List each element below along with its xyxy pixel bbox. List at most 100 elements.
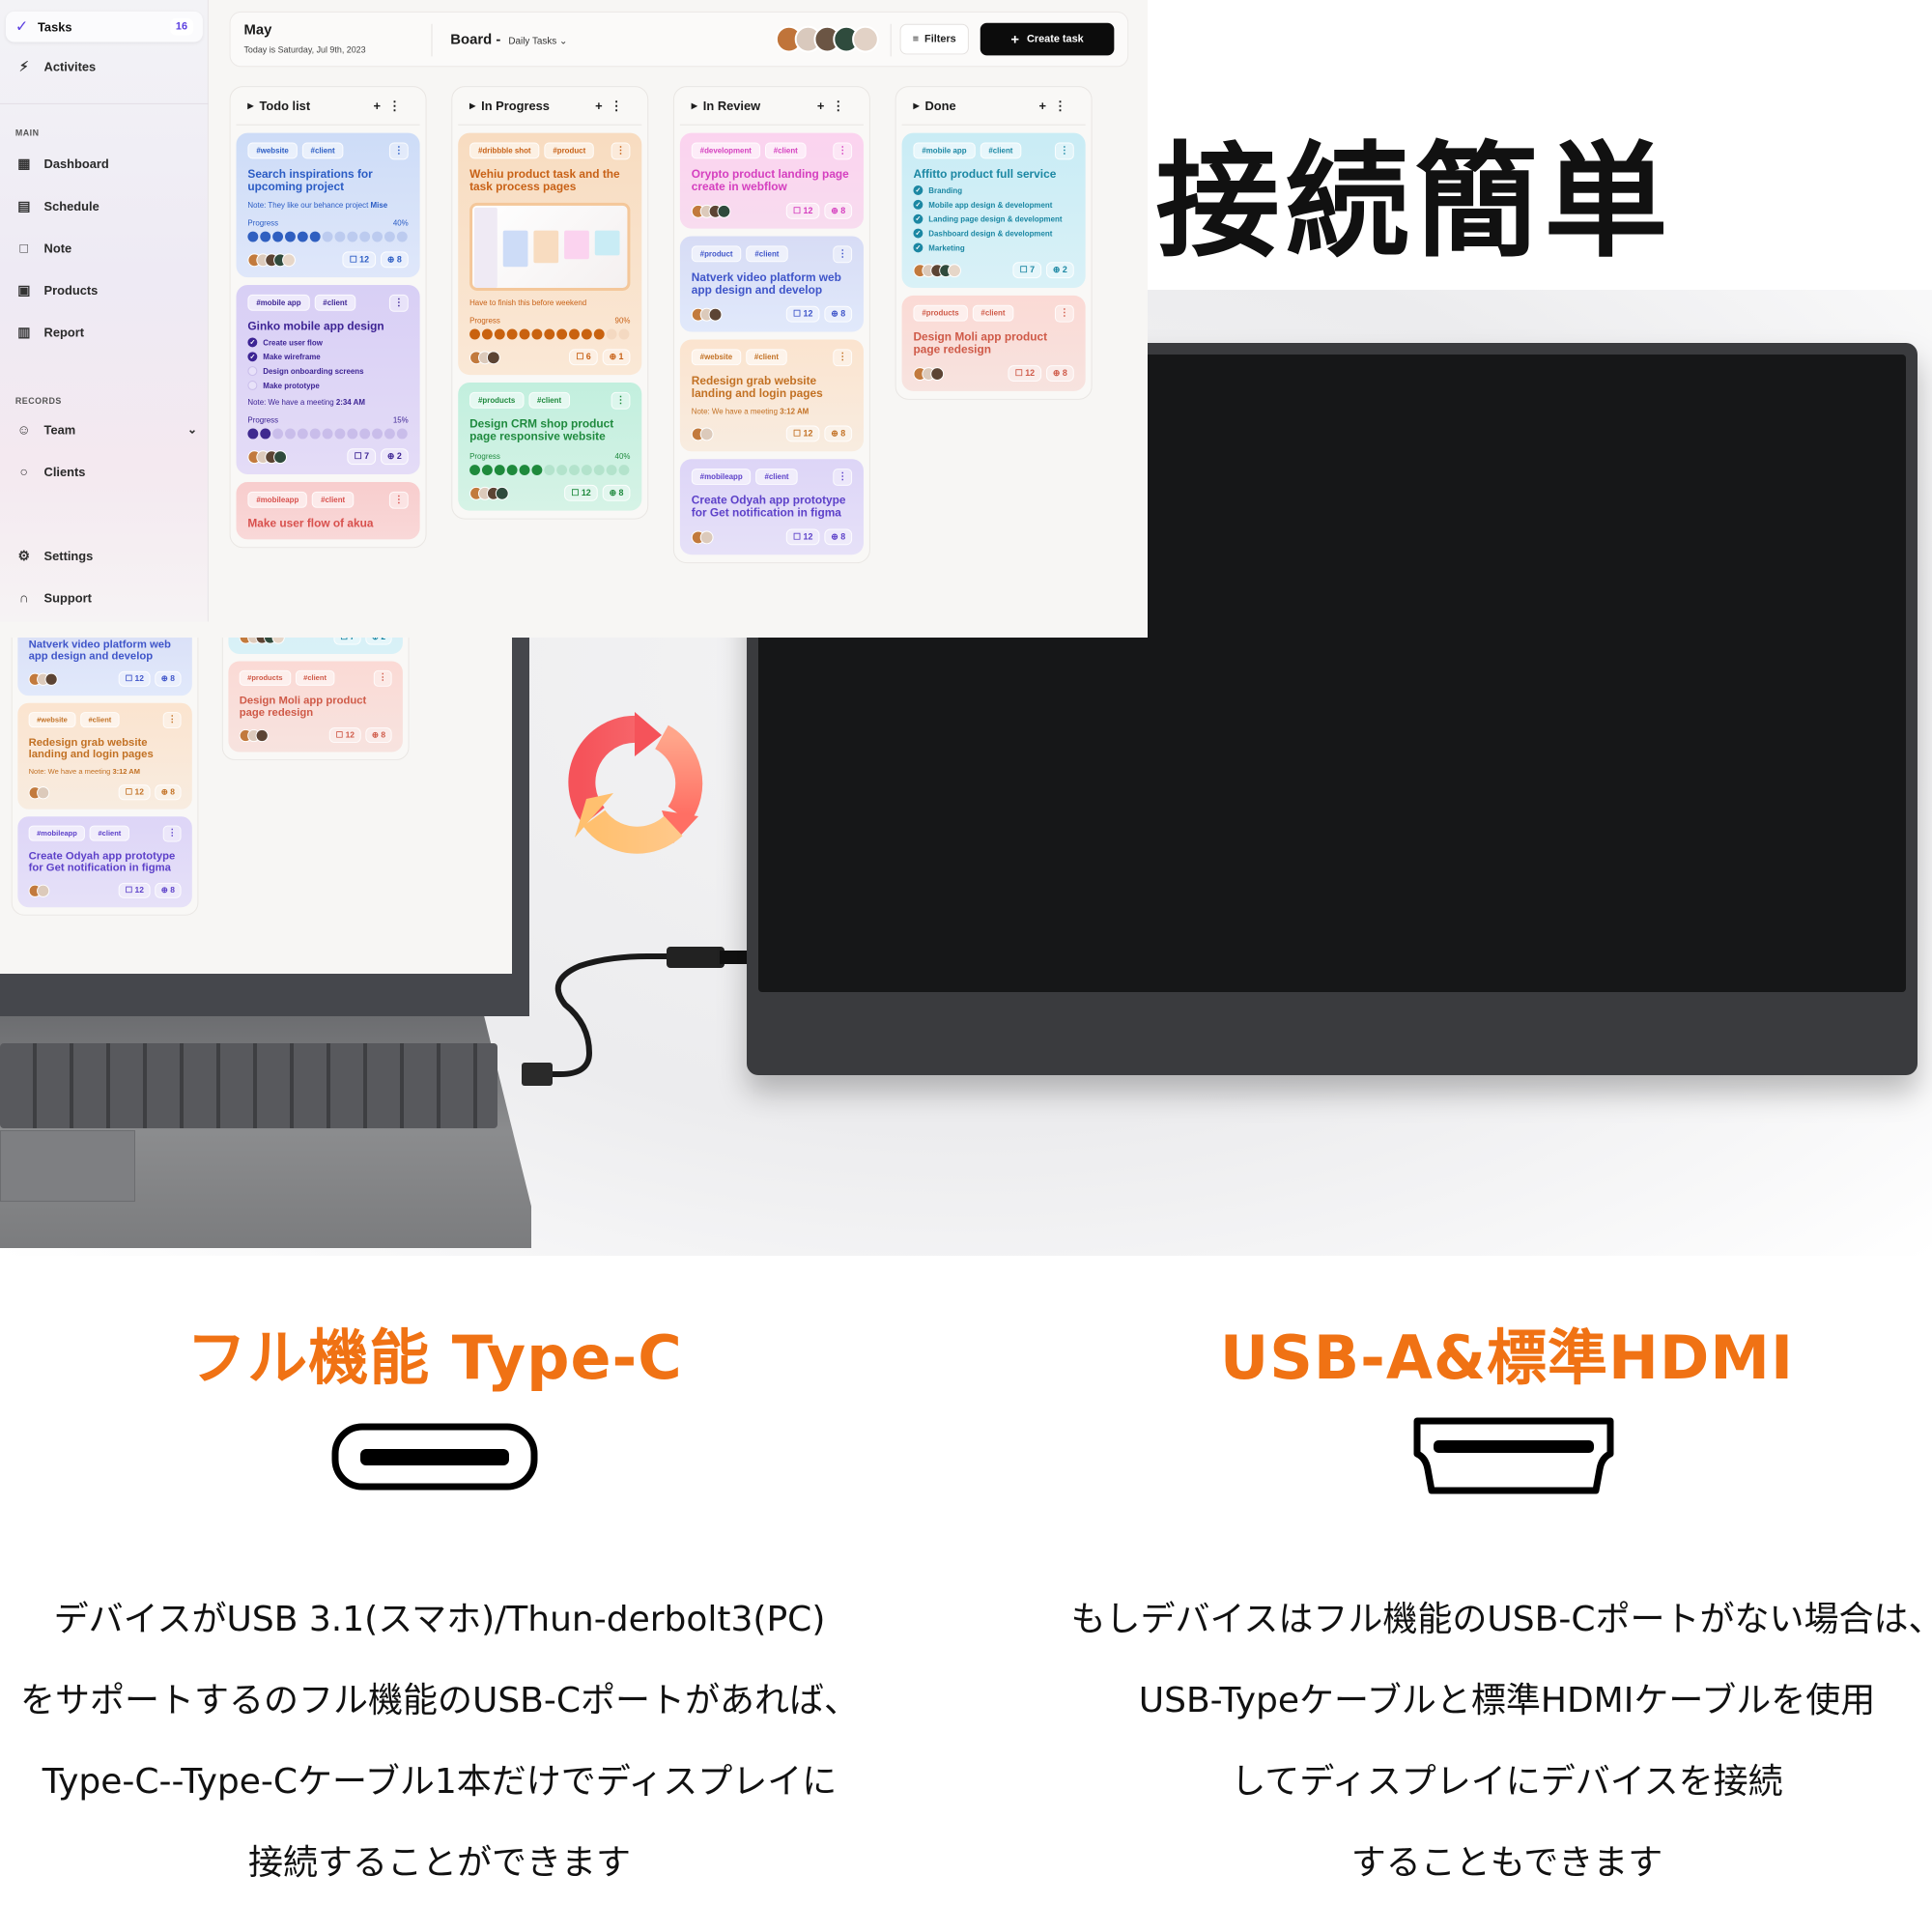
tag-badge[interactable]: #mobileapp — [691, 469, 752, 485]
task-card[interactable]: #mobile app#client⋮Affitto product full … — [901, 132, 1086, 288]
card-menu-icon[interactable]: ⋮ — [611, 142, 631, 160]
attachments-count[interactable]: ⊕ 8 — [155, 784, 182, 801]
comments-count[interactable]: ☐ 12 — [1008, 365, 1042, 383]
sidebar-item-schedule[interactable]: ▤ Schedule — [15, 197, 197, 214]
assignee-avatars[interactable] — [691, 307, 723, 322]
sidebar-item-products[interactable]: ▣ Products — [15, 281, 197, 298]
unchecked-circle-icon[interactable] — [247, 381, 258, 390]
sidebar-item-support[interactable]: ∩ Support — [15, 589, 197, 607]
card-menu-icon[interactable]: ⋮ — [162, 712, 182, 729]
card-menu-icon[interactable]: ⋮ — [833, 245, 853, 264]
tag-badge[interactable]: #products — [913, 304, 968, 322]
unchecked-circle-icon[interactable] — [247, 366, 258, 377]
card-menu-icon[interactable]: ⋮ — [388, 294, 409, 312]
comments-count[interactable]: ☐ 12 — [786, 305, 820, 323]
assignee-avatars[interactable] — [28, 884, 50, 897]
attachments-count[interactable]: ⊕ 8 — [155, 882, 182, 898]
column-header[interactable]: ▶ Todo list +⋮ — [236, 87, 420, 126]
assignee-avatars[interactable] — [913, 366, 945, 381]
checked-circle-icon[interactable]: ✓ — [247, 337, 258, 348]
assignee-avatars[interactable] — [691, 529, 714, 544]
task-card[interactable]: #development#client⋮Orypto product landi… — [679, 132, 864, 229]
tag-badge[interactable]: #client — [314, 294, 356, 311]
sidebar-item-settings[interactable]: ⚙ Settings — [15, 547, 197, 564]
add-card-icon[interactable]: + — [374, 98, 388, 112]
assignee-avatars[interactable] — [247, 252, 296, 267]
tag-badge[interactable]: #client — [80, 712, 120, 728]
filters-button[interactable]: ≡ Filters — [899, 23, 969, 55]
tag-badge[interactable]: #website — [247, 142, 298, 159]
column-header[interactable]: ▶ In Review +⋮ — [679, 87, 864, 126]
tag-badge[interactable]: #mobileapp — [28, 825, 86, 841]
comments-count[interactable]: ☐ 12 — [119, 784, 151, 801]
tag-badge[interactable]: #client — [745, 349, 787, 366]
checklist-item[interactable]: ✓ Landing page design & development — [913, 213, 1073, 224]
attachments-count[interactable]: ⊕ 8 — [824, 528, 853, 546]
sidebar-item-clients[interactable]: ○ Clients — [15, 463, 197, 480]
tag-badge[interactable]: #client — [980, 142, 1022, 159]
checklist-item[interactable]: Make prototype — [247, 381, 408, 390]
checklist-item[interactable]: ✓ Marketing — [913, 242, 1073, 253]
card-menu-icon[interactable]: ⋮ — [833, 469, 853, 486]
attachments-count[interactable]: ⊕ 8 — [380, 251, 409, 269]
sidebar-item-report[interactable]: ▥ Report — [15, 324, 197, 341]
tag-badge[interactable]: #client — [755, 469, 798, 485]
tag-badge[interactable]: #product — [544, 142, 595, 159]
task-card[interactable]: #products #client ⋮ Design Moli app product… — [901, 295, 1086, 391]
board-view-dropdown[interactable]: Daily Tasks ⌄ — [508, 37, 567, 47]
checklist-item[interactable]: ✓ Branding — [913, 185, 1073, 195]
task-card[interactable]: #website #client ⋮ Search inspirations for … — [236, 132, 420, 278]
comments-count[interactable]: ☐ 6 — [569, 349, 598, 366]
collapse-triangle-icon[interactable]: ▶ — [469, 101, 475, 110]
tag-badge[interactable]: #client — [746, 245, 788, 263]
sidebar-item-tasks[interactable]: ✓ Tasks 16 — [5, 11, 203, 43]
tag-badge[interactable]: #client — [764, 142, 807, 159]
attachments-count[interactable]: ⊕ 8 — [365, 727, 392, 744]
assignee-avatars[interactable] — [28, 672, 58, 686]
checklist-item[interactable]: ✓ Make wireframe — [247, 352, 408, 362]
attachments-count[interactable]: ⊕ 8 — [824, 202, 853, 219]
tag-badge[interactable]: #mobile app — [247, 294, 310, 311]
attachments-count[interactable]: ⊕ 8 — [824, 425, 853, 442]
tag-badge[interactable]: #products — [469, 391, 525, 409]
task-card[interactable]: #products #client ⋮ Design Moli app product… — [228, 661, 403, 753]
task-card[interactable]: #website #client ⋮ Redesign grab website la… — [17, 702, 192, 810]
card-menu-icon[interactable]: ⋮ — [1054, 304, 1074, 323]
assignee-avatars[interactable] — [913, 263, 961, 277]
comments-count[interactable]: ☐ 7 — [347, 448, 377, 466]
column-menu-icon[interactable]: ⋮ — [611, 98, 631, 112]
tag-badge[interactable]: #mobileapp — [247, 491, 308, 508]
task-card[interactable]: #mobile app #client ⋮ Ginko mobile app desi… — [236, 285, 420, 475]
assignee-avatars[interactable] — [691, 204, 731, 218]
checklist-item[interactable]: ✓ Dashboard design & development — [913, 228, 1073, 239]
sidebar-item-note[interactable]: □ Note — [15, 240, 197, 257]
collapse-triangle-icon[interactable]: ▶ — [692, 101, 697, 110]
card-menu-icon[interactable]: ⋮ — [388, 491, 409, 509]
attachments-count[interactable]: ⊕ 8 — [155, 670, 182, 687]
checked-circle-icon[interactable]: ✓ — [247, 352, 258, 362]
attachments-count[interactable]: ⊕ 8 — [1045, 365, 1074, 383]
comments-count[interactable]: ☐ 12 — [119, 670, 151, 687]
column-menu-icon[interactable]: ⋮ — [1054, 98, 1074, 112]
collapse-triangle-icon[interactable]: ▶ — [913, 101, 919, 110]
checklist-item[interactable]: ✓ Create user flow — [247, 337, 408, 348]
checklist-item[interactable]: Design onboarding screens — [247, 366, 408, 377]
card-menu-icon[interactable]: ⋮ — [833, 349, 853, 367]
tag-badge[interactable]: #product — [691, 245, 742, 263]
card-menu-icon[interactable]: ⋮ — [373, 669, 392, 687]
sidebar-item-activities[interactable]: ⚡︎ Activites — [15, 57, 96, 74]
column-menu-icon[interactable]: ⋮ — [832, 98, 852, 112]
card-menu-icon[interactable]: ⋮ — [162, 825, 182, 842]
column-header[interactable]: ▶ In Progress +⋮ — [458, 87, 642, 126]
attachments-count[interactable]: ⊕ 8 — [602, 484, 631, 501]
tag-badge[interactable]: #client — [528, 391, 571, 409]
sidebar-item-team[interactable]: ☺ Team ⌄ — [15, 421, 197, 439]
sidebar-item-dashboard[interactable]: ▦ Dashboard — [15, 155, 197, 172]
tag-badge[interactable]: #client — [90, 825, 129, 841]
team-avatars[interactable] — [775, 25, 879, 53]
attachments-count[interactable]: ⊕ 1 — [602, 349, 631, 366]
attachments-count[interactable]: ⊕ 8 — [824, 305, 853, 323]
board-title[interactable]: Board - Daily Tasks ⌄ — [450, 32, 567, 48]
checked-circle-icon[interactable]: ✓ — [913, 199, 923, 210]
attachments-count[interactable]: ⊕ 2 — [1045, 262, 1074, 279]
